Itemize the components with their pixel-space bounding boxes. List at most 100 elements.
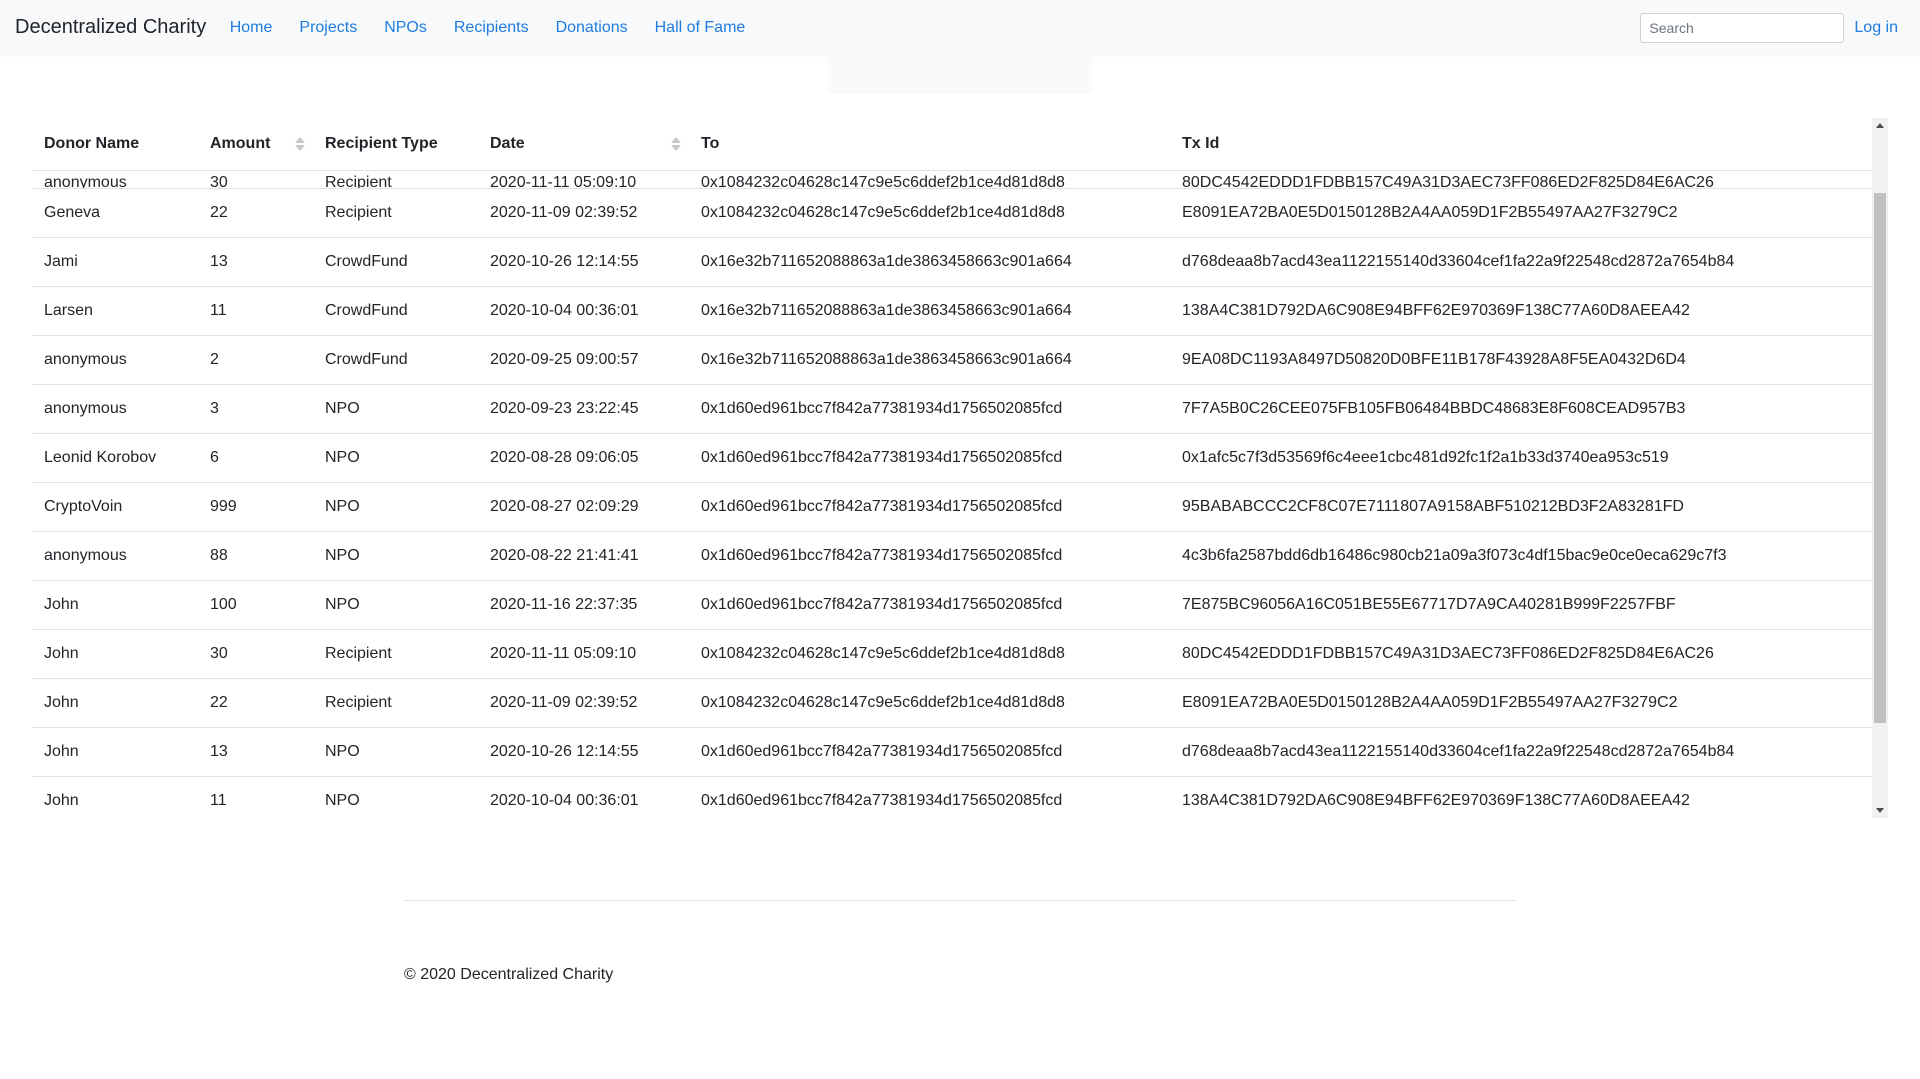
cell-date: 2020-10-26 12:14:55	[490, 742, 639, 760]
cell-to: 0x1d60ed961bcc7f842a77381934d1756502085f…	[701, 595, 1063, 613]
cell-amount: 2	[210, 350, 219, 368]
table-row[interactable]: anonymous 88 NPO 2020-08-22 21:41:41 0x1d60e…	[32, 531, 1872, 580]
cell-recipient-type: CrowdFund	[325, 301, 408, 319]
cell-recipient-type: CrowdFund	[325, 350, 408, 368]
table-row[interactable]: John 30 Recipient 2020-11-11 05:09:10 0x1084…	[32, 629, 1872, 678]
nav-link-projects[interactable]: Projects	[286, 19, 371, 37]
cell-to: 0x1084232c04628c147c9e5c6ddef2b1ce4d81d8…	[701, 173, 1065, 188]
table-row[interactable]: John 11 NPO 2020-10-04 00:36:01 0x1d60ed961b…	[32, 776, 1872, 818]
cell-recipient-type: NPO	[325, 448, 360, 466]
cell-to: 0x1d60ed961bcc7f842a77381934d1756502085f…	[701, 546, 1063, 564]
table-row[interactable]: Jami 13 CrowdFund 2020-10-26 12:14:55 0x16e3…	[32, 237, 1872, 286]
header-tx-id[interactable]: Tx Id	[1170, 118, 1872, 171]
nav-links: Home Projects NPOs Recipients Donations …	[216, 19, 759, 37]
sort-icon[interactable]	[295, 136, 305, 151]
cell-recipient-type: NPO	[325, 742, 360, 760]
table-row[interactable]: John 22 Recipient 2020-11-09 02:39:52 0x1084…	[32, 678, 1872, 727]
cell-tx-id: 80DC4542EDDD1FDBB157C49A31D3AEC73FF086ED…	[1182, 644, 1714, 662]
header-recipient-type[interactable]: Recipient Type	[313, 118, 478, 171]
table-row[interactable]: Leonid Korobov 6 NPO 2020-08-28 09:06:05 0x1…	[32, 433, 1872, 482]
header-amount-label: Amount	[210, 134, 271, 152]
header-donor-name[interactable]: Donor Name	[32, 118, 198, 171]
cell-donor-name: anonymous	[44, 546, 127, 564]
cell-donor-name: Geneva	[44, 203, 101, 221]
cell-amount: 11	[210, 301, 227, 319]
cell-to: 0x1d60ed961bcc7f842a77381934d1756502085f…	[701, 399, 1063, 417]
scrollbar-thumb[interactable]	[1874, 193, 1886, 723]
cell-donor-name: Leonid Korobov	[44, 448, 157, 466]
cell-donor-name: John	[44, 595, 79, 613]
cell-date: 2020-08-22 21:41:41	[490, 546, 639, 564]
table-row[interactable]: anonymous 3 NPO 2020-09-23 23:22:45 0x1d60ed…	[32, 384, 1872, 433]
cell-tx-id: E8091EA72BA0E5D0150128B2A4AA059D1F2B5549…	[1182, 203, 1678, 221]
scroll-up-arrow-icon[interactable]	[1876, 123, 1884, 128]
cell-tx-id: E8091EA72BA0E5D0150128B2A4AA059D1F2B5549…	[1182, 693, 1678, 711]
nav-link-home[interactable]: Home	[216, 19, 286, 37]
brand-title[interactable]: Decentralized Charity	[15, 16, 206, 39]
cell-donor-name: John	[44, 644, 79, 662]
navbar: Decentralized Charity Home Projects NPOs…	[0, 0, 1920, 55]
header-date[interactable]: Date	[478, 118, 689, 171]
cell-amount: 13	[210, 742, 228, 760]
cell-amount: 3	[210, 399, 219, 417]
footer-divider	[404, 900, 1516, 901]
footer-copyright: © 2020 Decentralized Charity	[404, 966, 614, 983]
cell-recipient-type: Recipient	[325, 644, 392, 662]
header-to-label: To	[701, 134, 720, 152]
cell-date: 2020-11-09 02:39:52	[490, 203, 638, 221]
cell-donor-name: John	[44, 693, 79, 711]
cell-tx-id: 9EA08DC1193A8497D50820D0BFE11B178F43928A…	[1182, 350, 1686, 368]
cell-amount: 88	[210, 546, 228, 564]
header-tx-id-label: Tx Id	[1182, 134, 1220, 152]
scroll-down-arrow-icon[interactable]	[1876, 808, 1884, 813]
nav-link-hall-of-fame[interactable]: Hall of Fame	[641, 19, 759, 37]
table-row[interactable]: Geneva 22 Recipient 2020-11-09 02:39:52 0x10…	[32, 188, 1872, 237]
cell-to: 0x1d60ed961bcc7f842a77381934d1756502085f…	[701, 497, 1063, 515]
cell-recipient-type: Recipient	[325, 693, 392, 711]
table-row[interactable]: John 13 NPO 2020-10-26 12:14:55 0x1d60ed961b…	[32, 727, 1872, 776]
cell-tx-id: 7E875BC96056A16C051BE55E67717D7A9CA40281…	[1182, 595, 1676, 613]
nav-link-recipients[interactable]: Recipients	[440, 19, 542, 37]
cell-donor-name: anonymous	[44, 173, 127, 188]
table-row-partial[interactable]: anonymous 30 Recipient 2020-11-11 05:09:…	[32, 170, 1872, 188]
table-row[interactable]: Larsen 11 CrowdFund 2020-10-04 00:36:01 0x16…	[32, 286, 1872, 335]
cell-tx-id: 7F7A5B0C26CEE075FB105FB06484BBDC48683E8F…	[1182, 399, 1686, 417]
login-link[interactable]: Log in	[1854, 19, 1898, 37]
sort-icon[interactable]	[671, 136, 681, 151]
cell-amount: 30	[210, 173, 228, 188]
table-scrollbar[interactable]	[1872, 118, 1888, 818]
cell-recipient-type: CrowdFund	[325, 252, 408, 270]
cell-date: 2020-11-11 05:09:10	[490, 173, 637, 188]
cell-date: 2020-10-04 00:36:01	[490, 791, 639, 809]
table-row[interactable]: anonymous 2 CrowdFund 2020-09-25 09:00:57 0x…	[32, 335, 1872, 384]
nav-link-donations[interactable]: Donations	[542, 19, 641, 37]
table-scroll-area[interactable]: Donor Name Amount Recipient Type Date To…	[32, 118, 1872, 818]
nav-link-npos[interactable]: NPOs	[371, 19, 441, 37]
cell-tx-id: 80DC4542EDDD1FDBB157C49A31D3AEC73FF086ED…	[1182, 173, 1714, 188]
cell-tx-id: 95BABABCCC2CF8C07E7111807A9158ABF510212B…	[1182, 497, 1684, 515]
cell-recipient-type: NPO	[325, 546, 360, 564]
cell-date: 2020-08-27 02:09:29	[490, 497, 639, 515]
header-donor-name-label: Donor Name	[44, 134, 140, 152]
cell-amount: 13	[210, 252, 228, 270]
cell-donor-name: anonymous	[44, 399, 127, 417]
search-input[interactable]	[1640, 12, 1845, 43]
cell-to: 0x1d60ed961bcc7f842a77381934d1756502085f…	[701, 791, 1063, 809]
cell-recipient-type: NPO	[325, 497, 360, 515]
table-row[interactable]: CryptoVoin 999 NPO 2020-08-27 02:09:29 0x1d6…	[32, 482, 1872, 531]
cell-tx-id: d768deaa8b7acd43ea1122155140d33604cef1fa…	[1182, 252, 1735, 270]
header-amount[interactable]: Amount	[198, 118, 313, 171]
table-row[interactable]: John 100 NPO 2020-11-16 22:37:35 0x1d60ed961…	[32, 580, 1872, 629]
cell-donor-name: John	[44, 742, 79, 760]
cell-amount: 6	[210, 448, 219, 466]
cell-to: 0x1d60ed961bcc7f842a77381934d1756502085f…	[701, 448, 1063, 466]
table-body: anonymous 30 Recipient 2020-11-11 05:09:…	[32, 170, 1872, 818]
cell-tx-id: 138A4C381D792DA6C908E94BFF62E970369F138C…	[1182, 301, 1690, 319]
faded-panel	[828, 48, 1092, 94]
cell-recipient-type: Recipient	[325, 203, 392, 221]
header-to[interactable]: To	[689, 118, 1170, 171]
cell-donor-name: John	[44, 791, 79, 809]
cell-to: 0x1084232c04628c147c9e5c6ddef2b1ce4d81d8…	[701, 203, 1065, 221]
cell-date: 2020-09-25 09:00:57	[490, 350, 639, 368]
cell-tx-id: 0x1afc5c7f3d53569f6c4eee1cbc481d92fc1f2a…	[1182, 448, 1669, 466]
